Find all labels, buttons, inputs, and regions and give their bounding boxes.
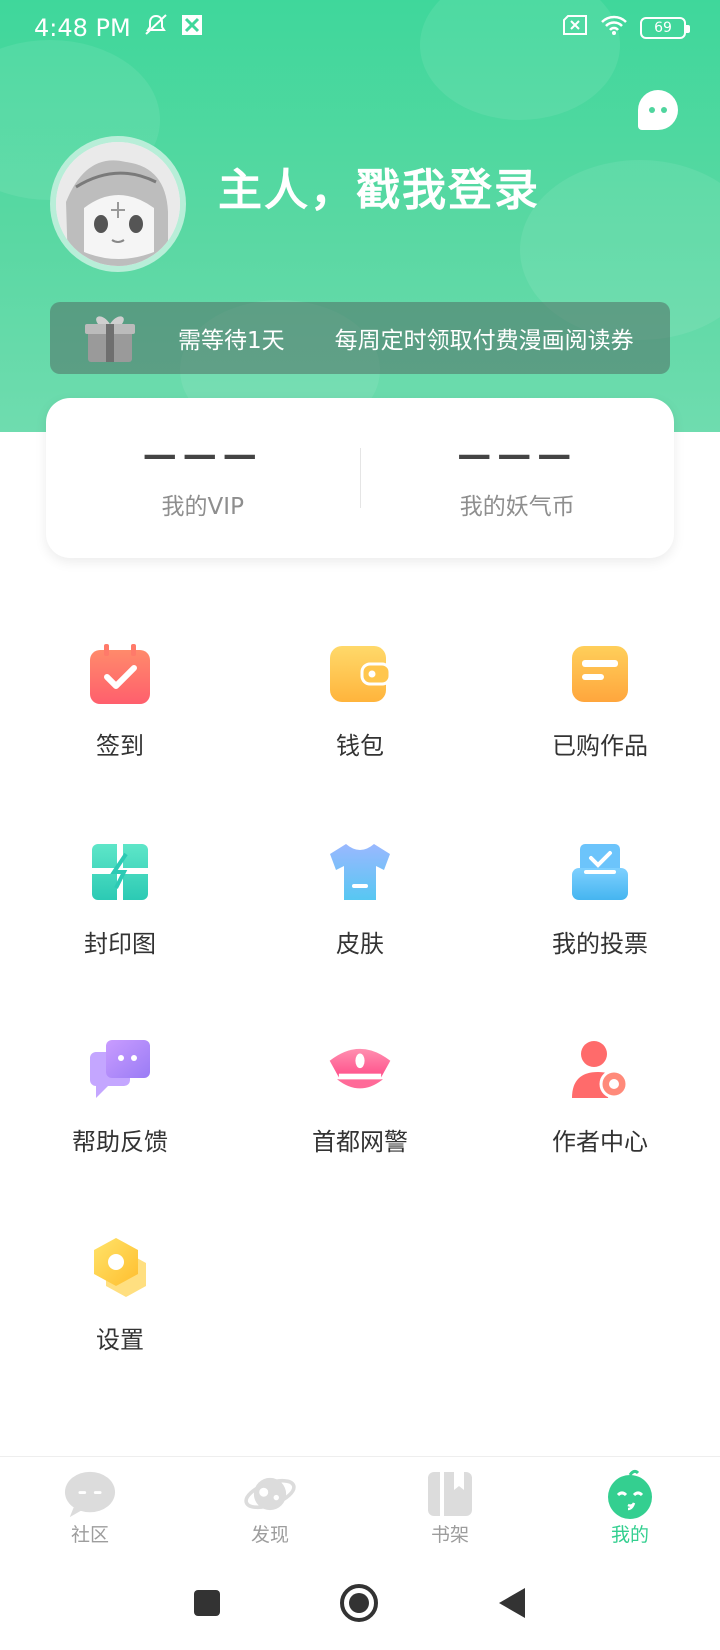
book-icon xyxy=(424,1470,476,1518)
message-button[interactable] xyxy=(638,90,678,130)
menu-label: 钱包 xyxy=(336,732,384,760)
feedback-chat-icon xyxy=(86,1036,154,1104)
menu-label: 封印图 xyxy=(84,930,156,958)
coupon-description: 每周定时领取付费漫画阅读券 xyxy=(334,328,634,354)
community-icon xyxy=(64,1470,116,1518)
default-avatar-icon xyxy=(56,142,180,266)
coin-value: ——— xyxy=(457,435,578,475)
menu-label: 皮肤 xyxy=(336,930,384,958)
ballot-box-icon xyxy=(566,838,634,906)
sim-error-icon xyxy=(562,14,588,42)
wallet-icon xyxy=(326,640,394,708)
author-icon xyxy=(566,1036,634,1104)
tab-bookshelf[interactable]: 书架 xyxy=(360,1457,540,1560)
wifi-icon xyxy=(600,14,628,42)
settings-hexagon-icon xyxy=(86,1234,154,1302)
system-navigation-bar xyxy=(0,1560,720,1650)
vip-stat[interactable]: ——— 我的VIP xyxy=(46,435,360,521)
login-prompt[interactable]: 主人，戳我登录 xyxy=(218,154,540,218)
menu-item-my-votes[interactable]: 我的投票 xyxy=(480,838,720,1036)
menu-item-help-feedback[interactable]: 帮助反馈 xyxy=(0,1036,240,1234)
menu-label: 签到 xyxy=(96,732,144,760)
menu-item-purchased[interactable]: 已购作品 xyxy=(480,640,720,838)
mine-face-icon xyxy=(604,1469,656,1519)
profile-header: 4:48 PM 69 主人，戳我登录 需等待1天 每周定时领取付费漫画阅读券 xyxy=(0,0,720,432)
menu-item-settings[interactable]: 设置 xyxy=(0,1234,240,1432)
feature-menu-grid: 签到 钱包 已购作品 封印图 皮肤 我的投票 帮助反馈 首都网警 作者中心 设置 xyxy=(0,640,720,1432)
menu-label: 已购作品 xyxy=(552,732,648,760)
battery-level: 69 xyxy=(654,20,672,36)
tab-label: 我的 xyxy=(610,1524,649,1546)
coin-label: 我的妖气币 xyxy=(459,494,575,520)
menu-label: 设置 xyxy=(96,1326,144,1354)
planet-icon xyxy=(244,1470,296,1518)
menu-label: 帮助反馈 xyxy=(72,1128,168,1156)
message-dot-icon xyxy=(649,107,655,113)
gift-box-icon xyxy=(82,310,138,366)
purchased-icon xyxy=(566,640,634,708)
menu-label: 作者中心 xyxy=(552,1128,648,1156)
tab-discover[interactable]: 发现 xyxy=(180,1457,360,1560)
status-time: 4:48 PM xyxy=(34,14,131,42)
menu-label: 我的投票 xyxy=(552,930,648,958)
avatar[interactable] xyxy=(50,136,186,272)
tab-label: 社区 xyxy=(70,1524,109,1546)
vip-label: 我的VIP xyxy=(161,494,244,520)
app-notification-icon xyxy=(181,14,203,42)
message-dot-icon xyxy=(661,107,667,113)
status-bar: 4:48 PM 69 xyxy=(0,0,720,56)
recent-apps-button[interactable] xyxy=(193,1589,221,1621)
tab-mine[interactable]: 我的 xyxy=(540,1457,720,1560)
vip-value: ——— xyxy=(142,435,263,475)
seal-image-icon xyxy=(86,838,154,906)
menu-item-skin[interactable]: 皮肤 xyxy=(240,838,480,1036)
tshirt-icon xyxy=(326,838,394,906)
menu-item-wallet[interactable]: 钱包 xyxy=(240,640,480,838)
coupon-wait-text: 需等待1天 xyxy=(178,328,285,354)
reading-coupon-banner[interactable]: 需等待1天 每周定时领取付费漫画阅读券 xyxy=(50,302,670,374)
tab-label: 发现 xyxy=(250,1524,289,1546)
tab-community[interactable]: 社区 xyxy=(0,1457,180,1560)
menu-item-cyber-police[interactable]: 首都网警 xyxy=(240,1036,480,1234)
tab-label: 书架 xyxy=(430,1524,469,1546)
menu-item-author-center[interactable]: 作者中心 xyxy=(480,1036,720,1234)
mute-icon xyxy=(143,13,169,43)
menu-label: 首都网警 xyxy=(312,1128,408,1156)
home-button[interactable] xyxy=(339,1583,379,1627)
battery-icon: 69 xyxy=(640,17,690,39)
calendar-check-icon xyxy=(86,640,154,708)
menu-item-checkin[interactable]: 签到 xyxy=(0,640,240,838)
coin-stat[interactable]: ——— 我的妖气币 xyxy=(361,435,675,521)
menu-item-seal-image[interactable]: 封印图 xyxy=(0,838,240,1036)
account-stats-card: ——— 我的VIP ——— 我的妖气币 xyxy=(46,398,674,558)
bottom-tab-bar: 社区 发现 书架 我的 xyxy=(0,1456,720,1560)
back-button[interactable] xyxy=(497,1586,527,1624)
police-cap-icon xyxy=(326,1036,394,1104)
